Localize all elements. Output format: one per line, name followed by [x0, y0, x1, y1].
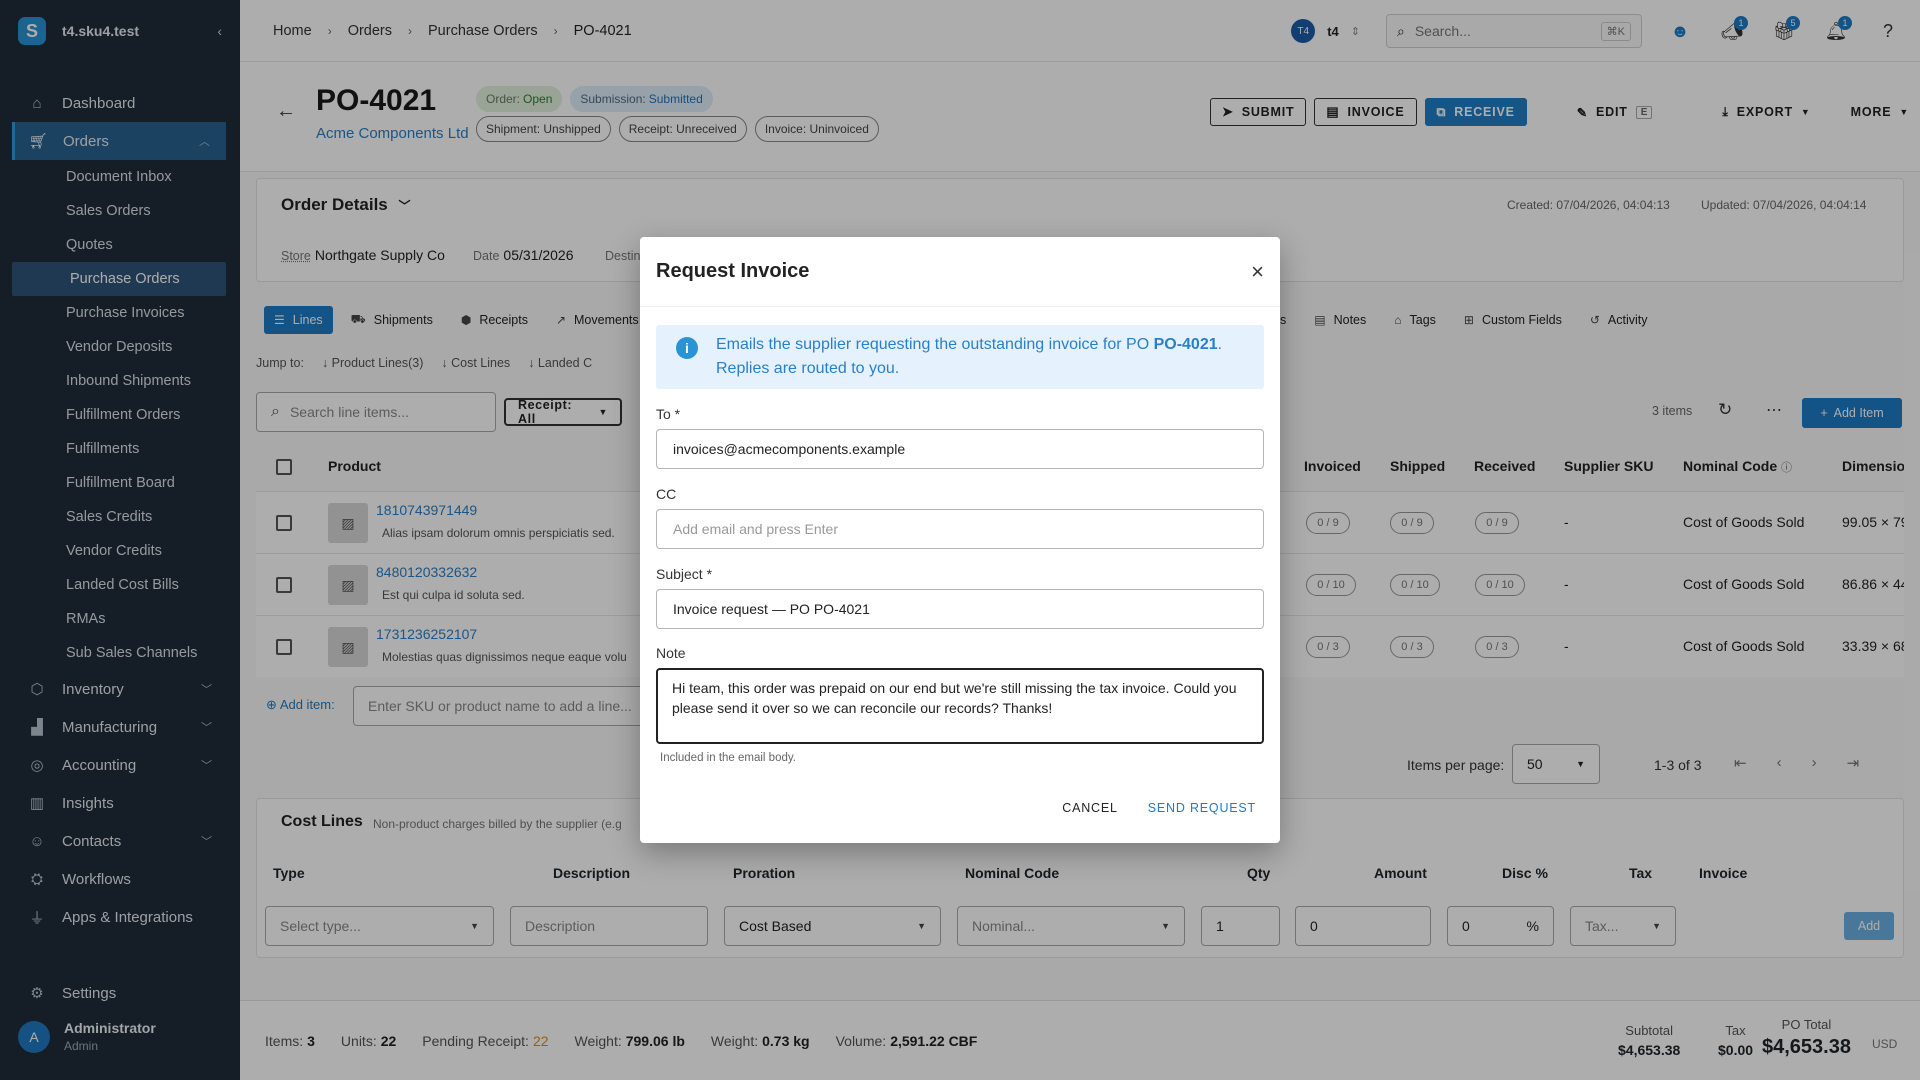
cc-email-field[interactable]: Add email and press Enter — [656, 509, 1264, 549]
note-label: Note — [656, 645, 686, 661]
note-helper-text: Included in the email body. — [660, 752, 796, 764]
note-textarea[interactable]: Hi team, this order was prepaid on our e… — [656, 668, 1264, 744]
subject-label: Subject * — [656, 566, 713, 582]
info-icon: i — [676, 337, 698, 359]
dialog-header: Request Invoice × — [640, 237, 1280, 307]
subject-field[interactable]: Invoice request — PO PO-4021 — [656, 589, 1264, 629]
to-label: To * — [656, 406, 681, 422]
info-text-start: Emails the supplier requesting the outst… — [716, 336, 1154, 353]
cc-label: CC — [656, 486, 677, 502]
info-text: Emails the supplier requesting the outst… — [716, 333, 1246, 381]
info-po-number: PO-4021 — [1153, 336, 1218, 353]
to-email-field[interactable]: invoices@acmecomponents.example — [656, 429, 1264, 469]
request-invoice-dialog: Request Invoice × i Emails the supplier … — [640, 237, 1280, 843]
info-banner: i Emails the supplier requesting the out… — [656, 325, 1264, 389]
dialog-title: Request Invoice — [656, 260, 810, 282]
send-request-button[interactable]: SEND REQUEST — [1148, 801, 1256, 815]
dialog-actions: CANCEL SEND REQUEST — [1062, 801, 1256, 815]
close-icon[interactable]: × — [1251, 259, 1264, 285]
cancel-button[interactable]: CANCEL — [1062, 801, 1118, 815]
